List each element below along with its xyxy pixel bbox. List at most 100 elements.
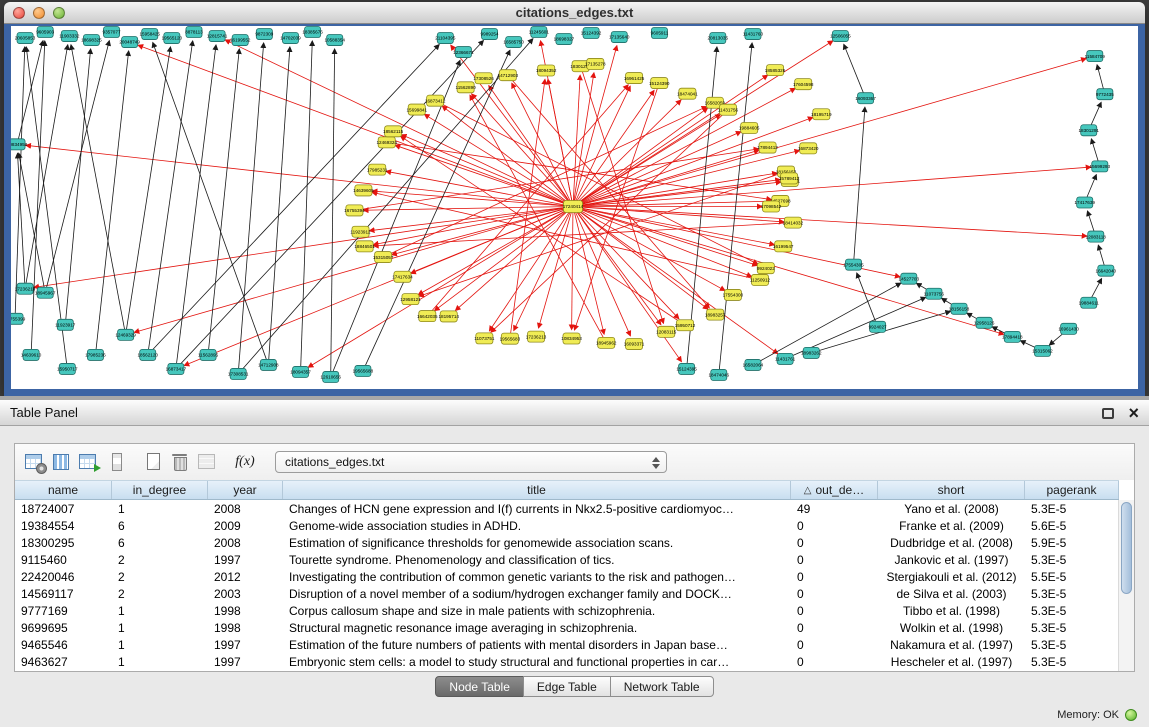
graph-node[interactable]: 11250912 (750, 274, 771, 285)
graph-node[interactable]: 15315057 (373, 252, 394, 263)
graph-node[interactable]: 12469324 (376, 137, 397, 148)
function-builder-icon[interactable]: f(x) (230, 450, 260, 474)
graph-node[interactable]: 18585326 (765, 65, 786, 76)
graph-node[interactable]: 16093367 (855, 93, 876, 104)
graph-node[interactable]: 16582064 (743, 359, 764, 370)
graph-node[interactable]: 11562895 (198, 349, 219, 360)
graph-node[interactable]: 18156158 (949, 303, 970, 314)
row-tools-icon[interactable] (104, 450, 128, 474)
graph-node[interactable]: 20048749 (119, 37, 140, 48)
graph-node[interactable]: 16755399 (11, 313, 26, 324)
graph-node[interactable]: 9772435 (1096, 89, 1114, 100)
graph-node[interactable]: 16642035 (417, 311, 438, 322)
graph-node[interactable]: 15958425 (139, 29, 160, 40)
graph-node[interactable]: 17604598 (793, 79, 814, 90)
graph-node[interactable]: 18301291 (1078, 125, 1099, 136)
graph-node[interactable]: 18846501 (354, 241, 375, 252)
graph-node[interactable]: 20813035 (707, 33, 728, 44)
graph-node[interactable]: 17417639 (1074, 197, 1095, 208)
graph-node[interactable]: 18474046 (708, 369, 729, 380)
graph-node[interactable]: 16873420 (798, 143, 819, 154)
graph-node[interactable]: 10834953 (561, 333, 582, 344)
graph-node[interactable]: 11431756 (718, 104, 739, 115)
tab-network-table[interactable]: Network Table (610, 676, 714, 697)
graph-node[interactable]: 12815741 (207, 31, 228, 42)
graph-node[interactable]: 17308531 (228, 368, 249, 379)
graph-node[interactable]: 10588354 (324, 35, 345, 46)
graph-node[interactable]: 17894418 (1002, 331, 1023, 342)
graph-node[interactable]: 17135640 (609, 32, 630, 43)
graph-node[interactable]: 17554300 (723, 289, 744, 300)
graph-node[interactable]: 17417634 (392, 271, 413, 282)
table-row[interactable]: 1456911722003Disruption of a novel membe… (15, 585, 1119, 602)
graph-node[interactable]: 16585750 (503, 37, 524, 48)
table-row[interactable]: 1830029562008Estimation of significance … (15, 534, 1119, 551)
graph-node[interactable]: 14639605 (353, 185, 374, 196)
table-row[interactable]: 1872400712008Changes of HCN gene express… (15, 500, 1119, 517)
graph-node[interactable]: 14702039 (280, 33, 301, 44)
graph-node[interactable]: 21104395 (435, 33, 456, 44)
graph-node[interactable]: 9924027 (869, 321, 887, 332)
citation-network-graph[interactable]: 1724041418301293171352781696142515124390… (11, 26, 1138, 389)
graph-node[interactable]: 11073756 (924, 288, 945, 299)
column-header-out_de[interactable]: △out_de… (791, 481, 878, 499)
graph-node[interactable]: 16199552 (230, 35, 251, 46)
table-disabled-icon[interactable] (195, 450, 219, 474)
graph-node[interactable]: 12958126 (974, 317, 995, 328)
graph-node[interactable]: 18562115 (383, 126, 404, 137)
graph-node[interactable]: 14639610 (21, 349, 42, 360)
graph-node[interactable]: 14712908 (258, 359, 279, 370)
graph-node[interactable]: 18698327 (554, 34, 575, 45)
graph-node[interactable]: 18698325 (81, 35, 102, 46)
graph-node[interactable]: 11073751 (474, 333, 495, 344)
graph-node[interactable]: 12610656 (320, 371, 341, 382)
close-panel-icon[interactable]: × (1128, 404, 1139, 422)
minimize-window-icon[interactable] (33, 7, 45, 19)
graph-node[interactable]: 8878113 (185, 27, 203, 38)
graph-node[interactable]: 15699841 (406, 104, 427, 115)
graph-node[interactable]: 12469329 (115, 329, 136, 340)
graph-node[interactable]: 18945962 (596, 337, 617, 348)
graph-node[interactable]: 17236213 (526, 331, 547, 342)
graph-node[interactable]: 17554305 (843, 259, 864, 270)
graph-node[interactable]: 15789412 (779, 173, 800, 184)
graph-node[interactable]: 18385676 (302, 27, 323, 38)
graph-node[interactable]: 15950712 (675, 320, 696, 331)
graph-node[interactable]: 17985236 (85, 349, 106, 360)
column-header-short[interactable]: short (878, 481, 1025, 499)
graph-node[interactable]: 14527703 (899, 273, 920, 284)
graph-node[interactable]: 9924022 (757, 263, 775, 274)
graph-node[interactable]: 14712903 (498, 70, 519, 81)
graph-node[interactable]: 16873417 (166, 363, 187, 374)
graph-node[interactable]: 15950717 (57, 363, 78, 374)
scrollbar-thumb[interactable] (1121, 502, 1132, 594)
float-panel-icon[interactable] (1102, 408, 1114, 419)
graph-node[interactable]: 12083115 (656, 326, 677, 337)
zoom-window-icon[interactable] (53, 7, 65, 19)
graph-node[interactable]: 19565120 (162, 33, 183, 44)
import-table-icon[interactable] (77, 450, 101, 474)
graph-node[interactable]: 11923912 (350, 226, 371, 237)
table-row[interactable]: 946362711997Embryonic stem cells: a mode… (15, 653, 1119, 670)
graph-node[interactable]: 9872309 (255, 29, 273, 40)
table-select-dropdown[interactable]: citations_edges.txt (275, 451, 667, 473)
window-titlebar[interactable]: citations_edges.txt (4, 2, 1145, 24)
graph-node[interactable]: 17098542 (761, 201, 782, 212)
column-header-pagerank[interactable]: pagerank (1025, 481, 1119, 499)
graph-node[interactable]: 17240414 (563, 200, 584, 212)
table-row[interactable]: 2242004622012Investigating the contribut… (15, 568, 1119, 585)
delete-table-icon[interactable] (168, 450, 192, 474)
show-columns-icon[interactable] (50, 450, 74, 474)
table-row[interactable]: 969969511998Structural magnetic resonanc… (15, 619, 1119, 636)
graph-node[interactable]: 15124395 (676, 363, 697, 374)
network-canvas[interactable]: 1724041418301293171352781696142515124390… (4, 24, 1145, 396)
table-settings-icon[interactable] (23, 450, 47, 474)
graph-node[interactable]: 19565683 (500, 333, 521, 344)
column-header-in_degree[interactable]: in_degree (112, 481, 208, 499)
graph-node[interactable]: 12366671 (453, 47, 474, 58)
table-row[interactable]: 911546021997Tourette syndrome. Phenomeno… (15, 551, 1119, 568)
vertical-scrollbar[interactable] (1118, 500, 1134, 671)
graph-node[interactable]: 15699293 (1090, 161, 1111, 172)
graph-node[interactable]: 18195719 (811, 109, 832, 120)
close-window-icon[interactable] (13, 7, 25, 19)
